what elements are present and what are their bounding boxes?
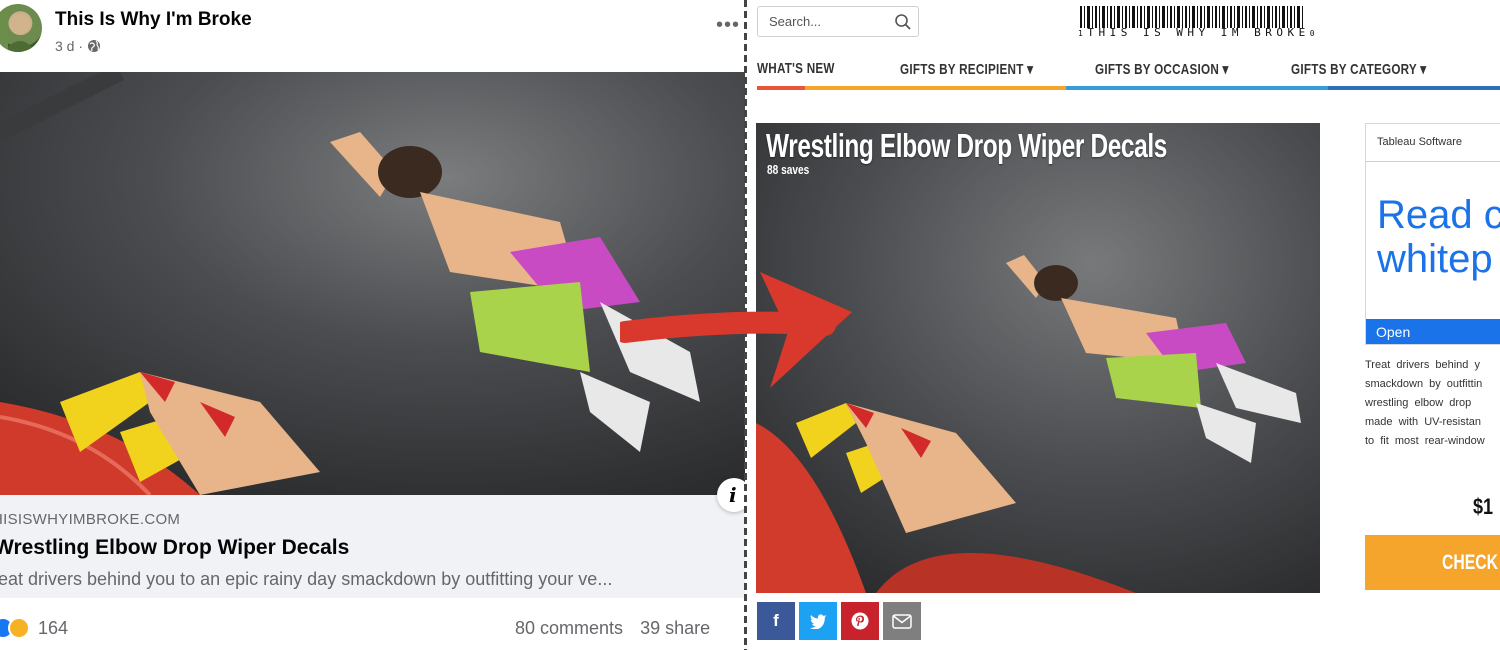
nav-bar-occasion bbox=[1066, 86, 1328, 90]
info-icon[interactable]: i bbox=[717, 478, 745, 512]
nav-whats-new[interactable]: WHAT'S NEW bbox=[757, 60, 835, 77]
main-nav: WHAT'S NEW GIFTS BY RECIPIENT ▾ GIFTS BY… bbox=[748, 57, 1500, 91]
link-title[interactable]: Wrestling Elbow Drop Wiper Decals bbox=[0, 536, 349, 560]
nav-bar-recipient bbox=[805, 86, 1066, 90]
nav-gifts-by-recipient[interactable]: GIFTS BY RECIPIENT ▾ bbox=[900, 60, 1033, 78]
dashed-divider bbox=[744, 0, 747, 650]
facebook-icon: f bbox=[773, 611, 779, 630]
comments-count[interactable]: 80 comments bbox=[515, 618, 623, 638]
ad-open-button[interactable]: Open bbox=[1366, 319, 1500, 344]
haha-reaction-icon bbox=[8, 617, 30, 639]
globe-icon bbox=[88, 40, 101, 52]
checkout-button[interactable]: CHECK bbox=[1365, 535, 1500, 590]
twitter-share-button[interactable] bbox=[799, 602, 837, 640]
post-image[interactable] bbox=[0, 72, 745, 495]
more-options-icon[interactable]: ••• bbox=[716, 14, 740, 37]
comments-shares: 80 comments 39 share bbox=[515, 618, 710, 639]
email-icon bbox=[892, 613, 912, 629]
post-meta: 3 d · bbox=[55, 38, 101, 54]
product-description: Treat drivers behind y smackdown by outf… bbox=[1365, 359, 1485, 447]
link-description: reat drivers behind you to an epic rainy… bbox=[0, 569, 613, 589]
product-image[interactable]: Wrestling Elbow Drop Wiper Decals 88 sav… bbox=[756, 123, 1320, 593]
reaction-count: 164 bbox=[38, 617, 69, 638]
product-page: 1THIS IS WHY IM BROKE0 WHAT'S NEW GIFTS … bbox=[748, 0, 1500, 650]
twitter-icon bbox=[810, 614, 826, 629]
nav-bar-whats-new bbox=[757, 86, 805, 90]
page-name[interactable]: This Is Why I'm Broke bbox=[55, 9, 252, 31]
link-domain: HISISWHYIMBROKE.COM bbox=[0, 511, 181, 528]
link-preview[interactable]: HISISWHYIMBROKE.COM Wrestling Elbow Drop… bbox=[0, 495, 745, 598]
page-avatar[interactable] bbox=[0, 4, 42, 52]
post-time[interactable]: 3 d · bbox=[55, 38, 83, 54]
site-logo[interactable]: 1THIS IS WHY IM BROKE0 bbox=[1072, 4, 1320, 40]
shares-count[interactable]: 39 share bbox=[640, 618, 710, 638]
logo-text: 1THIS IS WHY IM BROKE0 bbox=[1078, 26, 1320, 39]
ad-panel[interactable]: Tableau Software Read c whitep Open bbox=[1365, 123, 1500, 345]
ad-headline[interactable]: Read c whitep bbox=[1377, 193, 1500, 281]
reactions[interactable]: 164 bbox=[0, 617, 68, 639]
nav-gifts-by-category[interactable]: GIFTS BY CATEGORY ▾ bbox=[1291, 60, 1426, 78]
email-share-button[interactable] bbox=[883, 602, 921, 640]
pinterest-share-button[interactable] bbox=[841, 602, 879, 640]
search-box bbox=[757, 6, 919, 37]
facebook-share-button[interactable]: f bbox=[757, 602, 795, 640]
nav-gifts-by-occasion[interactable]: GIFTS BY OCCASION ▾ bbox=[1095, 60, 1229, 78]
barcode-icon bbox=[1080, 6, 1303, 28]
pinterest-icon bbox=[851, 612, 869, 630]
nav-bar-category bbox=[1328, 86, 1500, 90]
search-input[interactable] bbox=[758, 7, 888, 36]
ad-sponsor: Tableau Software bbox=[1377, 136, 1462, 148]
facebook-post: This Is Why I'm Broke 3 d · ••• HISISWHY… bbox=[0, 0, 745, 650]
search-icon[interactable] bbox=[894, 13, 912, 31]
product-price: $1 bbox=[1473, 494, 1494, 519]
product-title: Wrestling Elbow Drop Wiper Decals bbox=[766, 127, 1167, 164]
checkout-label: CHECK bbox=[1442, 551, 1499, 574]
saves-count[interactable]: 88 saves bbox=[767, 162, 809, 177]
ad-divider bbox=[1366, 161, 1500, 162]
